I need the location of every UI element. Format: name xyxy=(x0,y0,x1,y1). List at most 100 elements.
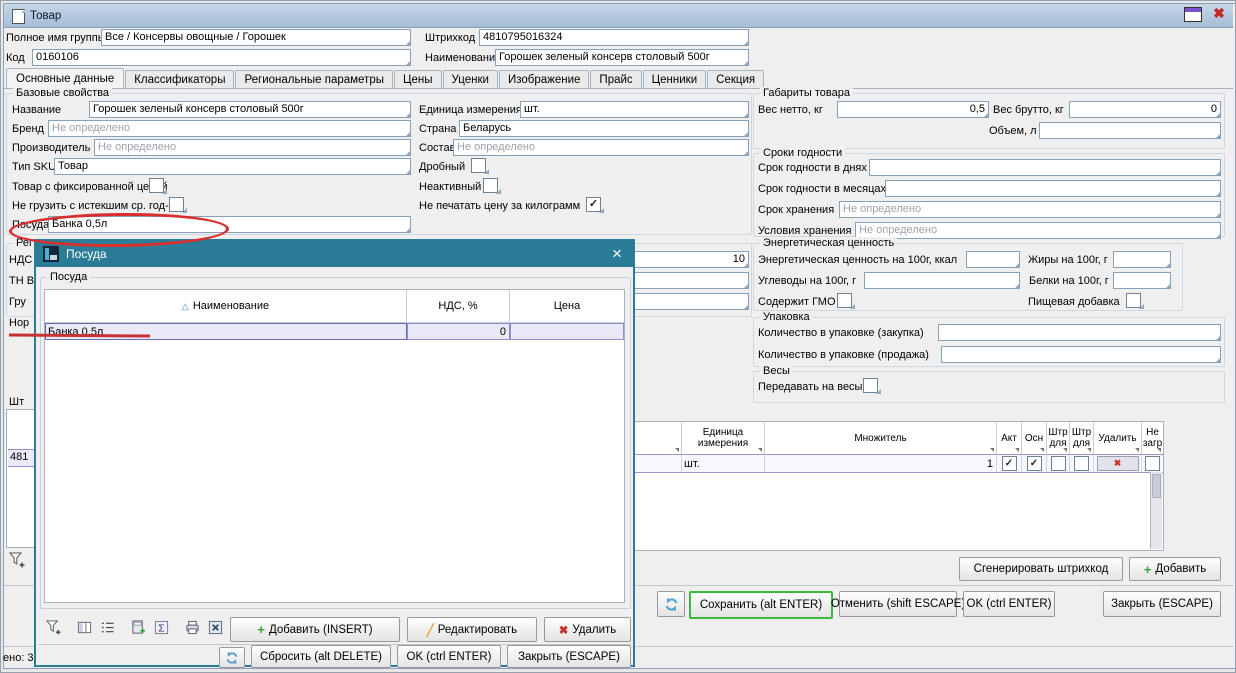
delete-row-button[interactable]: ✖ xyxy=(1097,456,1139,471)
dialog-refresh-button[interactable] xyxy=(219,647,245,668)
cancel-button[interactable]: Отменить (shift ESCAPE) xyxy=(839,591,957,617)
inactive-checkbox[interactable] xyxy=(483,178,498,193)
kcal-label: Энергетическая ценность на 100г, ккал xyxy=(758,254,957,266)
code-field[interactable]: 0160106 xyxy=(32,49,411,66)
maximize-icon[interactable] xyxy=(1184,7,1202,22)
tab-markdowns[interactable]: Уценки xyxy=(443,70,498,88)
col-delete[interactable]: Удалить xyxy=(1094,422,1142,455)
shelf-months-field[interactable] xyxy=(885,180,1221,197)
cell-not-loaded xyxy=(1142,455,1163,472)
gross-weight-field[interactable]: 0 xyxy=(1069,101,1221,118)
storage-conditions-field[interactable]: Не определено xyxy=(855,222,1221,239)
refresh-button[interactable] xyxy=(657,591,685,617)
fat-field[interactable] xyxy=(1113,251,1171,268)
print-icon[interactable] xyxy=(183,619,201,636)
net-weight-field[interactable]: 0,5 xyxy=(837,101,989,118)
tab-price-list[interactable]: Прайс xyxy=(590,70,641,88)
protein-field[interactable] xyxy=(1113,272,1171,289)
table-scrollbar[interactable] xyxy=(1150,472,1162,549)
dialog-edit-button[interactable]: ╱Редактировать xyxy=(407,617,537,642)
dialog-toolbar: Σ xyxy=(44,619,255,636)
col-unit[interactable]: Единица измерения xyxy=(682,422,765,455)
shtr1-checkbox[interactable] xyxy=(1051,456,1066,471)
vat-label: НДС xyxy=(9,254,32,266)
col-main[interactable]: Осн xyxy=(1022,422,1047,455)
main-checkbox[interactable]: ✓ xyxy=(1027,456,1042,471)
sku-type-field[interactable]: Товар xyxy=(54,158,411,175)
no-kg-price-checkbox[interactable]: ✓ xyxy=(586,197,601,212)
tab-regional[interactable]: Региональные параметры xyxy=(235,70,393,88)
tab-classifiers[interactable]: Классификаторы xyxy=(125,70,234,88)
dialog-close-button[interactable]: Закрыть (ESCAPE) xyxy=(507,645,631,668)
unit-field[interactable]: шт. xyxy=(520,101,749,118)
generate-barcode-button[interactable]: Сгенерировать штрихкод xyxy=(959,557,1123,581)
full-group-field[interactable]: Все / Консервы овощные / Горошек xyxy=(101,29,411,46)
shtr2-checkbox[interactable] xyxy=(1074,456,1089,471)
tab-image[interactable]: Изображение xyxy=(499,70,589,88)
no-load-expired-checkbox[interactable] xyxy=(169,197,184,212)
col-shtr2[interactable]: Штр для xyxy=(1070,422,1094,455)
col-not-loaded[interactable]: Не загр xyxy=(1142,422,1163,455)
cell-name[interactable]: Банка 0,5л xyxy=(45,323,407,340)
ok-button[interactable]: OK (ctrl ENTER) xyxy=(963,591,1055,617)
dialog-add-button[interactable]: +Добавить (INSERT) xyxy=(230,617,400,642)
columns-icon[interactable] xyxy=(75,619,93,636)
calculator-icon[interactable] xyxy=(129,619,147,636)
cell-shtr1 xyxy=(1047,455,1070,472)
cell-multiplier[interactable]: 1 xyxy=(765,455,997,472)
col-shtr1[interactable]: Штр для xyxy=(1047,422,1070,455)
dialog-close-icon[interactable]: × xyxy=(606,243,628,264)
tab-price-tags[interactable]: Ценники xyxy=(643,70,706,88)
brand-field[interactable]: Не определено xyxy=(48,120,411,137)
numbered-list-icon[interactable] xyxy=(98,619,116,636)
composition-field[interactable]: Не определено xyxy=(453,139,749,156)
col-price[interactable]: Цена xyxy=(510,290,624,322)
additive-checkbox[interactable] xyxy=(1126,293,1141,308)
manufacturer-field[interactable]: Не определено xyxy=(94,139,411,156)
send-to-scales-checkbox[interactable] xyxy=(863,378,878,393)
kcal-field[interactable] xyxy=(966,251,1020,268)
dialog-table-row[interactable]: Банка 0,5л 0 xyxy=(45,323,624,340)
not-loaded-checkbox[interactable] xyxy=(1145,456,1160,471)
export-excel-icon[interactable] xyxy=(206,619,224,636)
active-checkbox[interactable]: ✓ xyxy=(1002,456,1017,471)
col-name[interactable]: △Наименование xyxy=(45,290,407,322)
country-field[interactable]: Беларусь xyxy=(459,120,749,137)
sort-asc-icon: △ xyxy=(182,301,189,312)
dialog-delete-button[interactable]: ✖Удалить xyxy=(544,617,631,642)
pack-purchase-field[interactable] xyxy=(938,324,1221,341)
barcode-field[interactable]: 4810795016324 xyxy=(479,29,749,46)
sum-icon[interactable]: Σ xyxy=(152,619,170,636)
fixed-price-checkbox[interactable] xyxy=(149,178,164,193)
cell-vat[interactable]: 0 xyxy=(407,323,510,340)
barcode-table-row[interactable]: шт. 1 ✓ ✓ ✖ xyxy=(630,455,1163,473)
save-button[interactable]: Сохранить (alt ENTER) xyxy=(689,591,833,619)
col-barcode-cut[interactable] xyxy=(630,422,682,455)
volume-field[interactable] xyxy=(1039,122,1221,139)
col-active[interactable]: Акт xyxy=(997,422,1022,455)
app-logo-icon xyxy=(43,246,59,262)
shelf-days-field[interactable] xyxy=(869,159,1221,176)
dialog-ok-button[interactable]: OK (ctrl ENTER) xyxy=(397,645,501,668)
pack-sale-field[interactable] xyxy=(941,346,1221,363)
add-barcode-button[interactable]: +Добавить xyxy=(1129,557,1221,581)
col-multiplier[interactable]: Множитель xyxy=(765,422,997,455)
product-name-field[interactable]: Горошек зеленый консерв столовый 500г xyxy=(89,101,411,118)
close-button[interactable]: Закрыть (ESCAPE) xyxy=(1103,591,1221,617)
cell-price[interactable] xyxy=(510,323,624,340)
name-field[interactable]: Горошек зеленый консерв столовый 500г xyxy=(495,49,749,66)
filter-icon[interactable] xyxy=(9,552,25,568)
tab-main-data[interactable]: Основные данные xyxy=(6,68,124,88)
tab-section[interactable]: Секция xyxy=(707,70,764,88)
close-icon[interactable]: ✖ xyxy=(1209,4,1229,22)
cell-unit[interactable]: шт. xyxy=(682,455,765,472)
filter-icon[interactable] xyxy=(44,619,62,636)
col-vat[interactable]: НДС, % xyxy=(407,290,510,322)
dialog-reset-button[interactable]: Сбросить (alt DELETE) xyxy=(251,645,391,668)
gmo-checkbox[interactable] xyxy=(837,293,852,308)
carb-field[interactable] xyxy=(864,272,1020,289)
tab-prices[interactable]: Цены xyxy=(394,70,442,88)
cell-barcode-cut[interactable] xyxy=(630,455,682,472)
storage-period-field[interactable]: Не определено xyxy=(839,201,1221,218)
fractional-checkbox[interactable] xyxy=(471,158,486,173)
